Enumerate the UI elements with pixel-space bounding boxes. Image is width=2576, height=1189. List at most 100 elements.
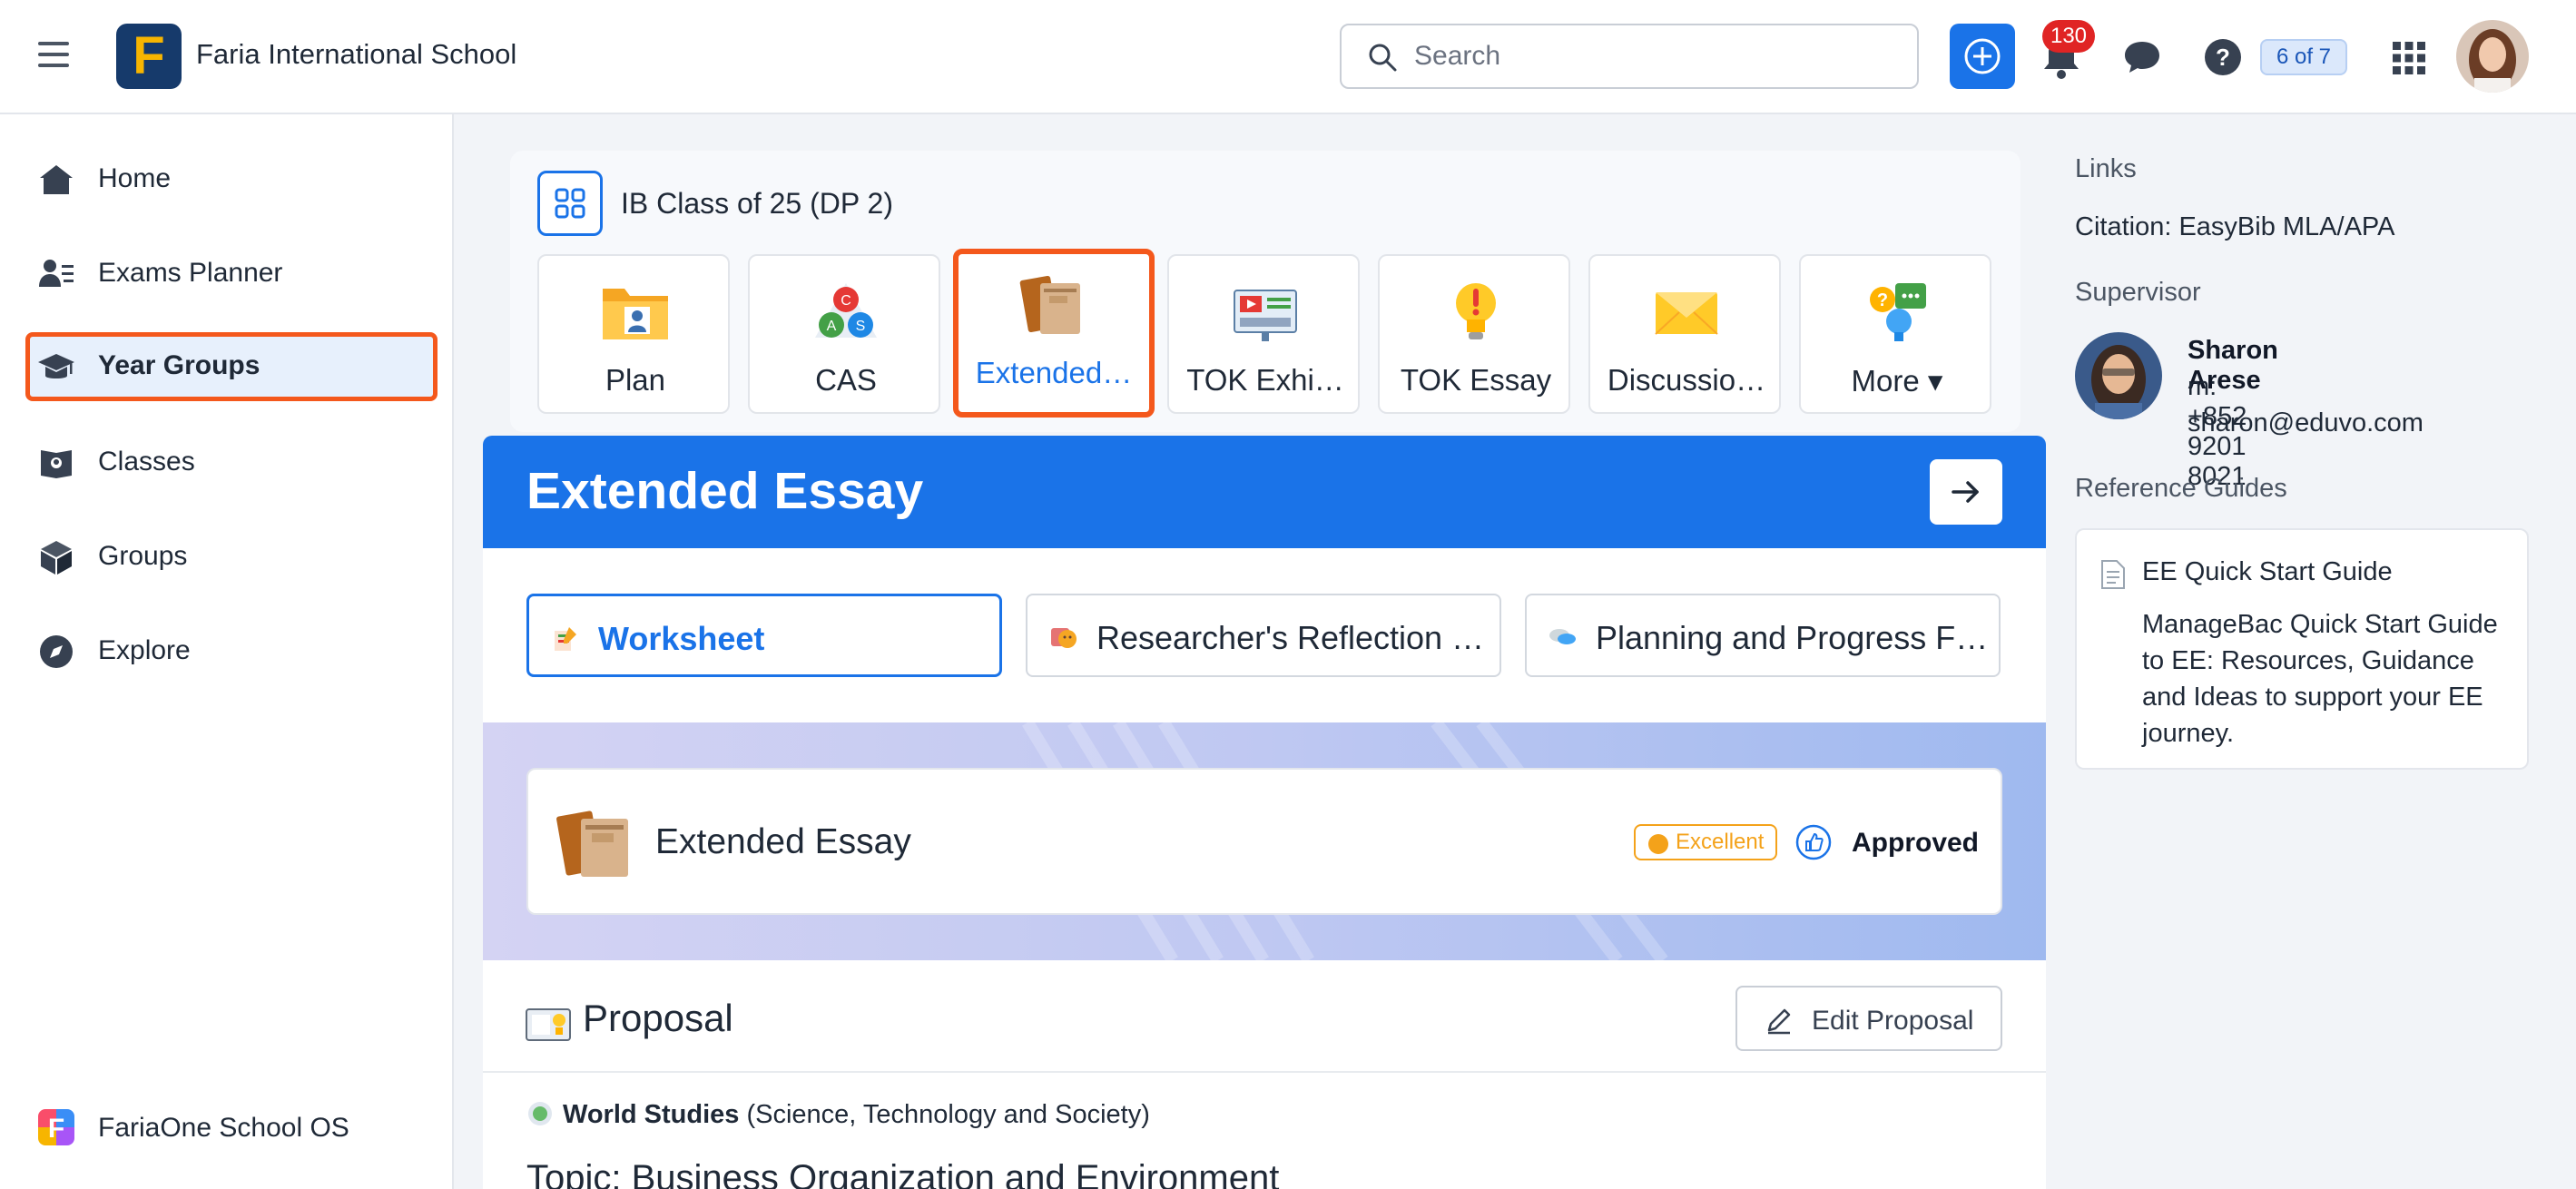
- tab-label: Researcher's Reflection …: [1096, 619, 1485, 656]
- search-icon: [1369, 44, 1397, 72]
- svg-text:F: F: [48, 1114, 64, 1144]
- plus-circle-icon: [1964, 38, 2001, 74]
- topic-text: Topic: Business Organization and Environ…: [526, 1158, 1280, 1189]
- tile-discussion[interactable]: Discussio…: [1588, 254, 1781, 414]
- main-content: Worksheet Researcher's Reflection … Plan…: [483, 548, 2046, 1189]
- tile-extended-essay[interactable]: Extended…: [953, 249, 1155, 418]
- sidebar-item-exams-planner[interactable]: Exams Planner: [27, 240, 439, 309]
- tile-label: CAS: [815, 363, 877, 397]
- arrow-right-icon: [1952, 481, 1979, 503]
- supervisor-heading: Supervisor: [2075, 278, 2201, 307]
- search-input[interactable]: [1414, 25, 1904, 87]
- svg-text:C: C: [841, 293, 851, 309]
- notification-count-badge: 130: [2042, 20, 2095, 53]
- search-box: [1340, 24, 1919, 89]
- logo-letter: F: [133, 26, 165, 85]
- banner: Extended Essay Excellent Approved: [483, 722, 2046, 960]
- edit-proposal-label: Edit Proposal: [1812, 1006, 1974, 1036]
- chat-bubble-icon[interactable]: [2122, 38, 2162, 76]
- fariaone-school-os-link[interactable]: F FariaOne School OS: [27, 1096, 439, 1160]
- tab-label: Planning and Progress F…: [1596, 619, 1986, 656]
- tile-more[interactable]: ? More ▾: [1799, 254, 1991, 414]
- document-icon: [2101, 560, 2125, 589]
- graduation-cap-icon: [38, 354, 74, 378]
- tab-worksheet[interactable]: Worksheet: [526, 594, 1002, 677]
- tile-label: TOK Essay: [1400, 363, 1552, 397]
- cube-icon: [41, 541, 72, 575]
- subject-name: World Studies: [563, 1100, 740, 1129]
- essay-name: Extended Essay: [655, 822, 911, 861]
- sidebar: Home Exams Planner Year Groups Classes G…: [0, 114, 454, 1189]
- hamburger-menu-icon[interactable]: [38, 42, 69, 67]
- extended-essay-books-icon: [1019, 275, 1080, 334]
- tab-planning-progress[interactable]: Planning and Progress F…: [1525, 594, 2001, 677]
- tile-label: More ▾: [1851, 364, 1943, 398]
- school-name[interactable]: Faria International School: [196, 38, 516, 71]
- exams-planner-icon: [39, 260, 74, 287]
- envelope-icon: [1655, 292, 1718, 335]
- open-arrow-button[interactable]: [1930, 459, 2002, 525]
- reference-guides-heading: Reference Guides: [2075, 474, 2287, 503]
- guide-title: EE Quick Start Guide: [2142, 557, 2393, 586]
- supervisor-email[interactable]: sharon@eduvo.com: [2188, 408, 2424, 438]
- year-group-title: IB Class of 25 (DP 2): [621, 187, 893, 220]
- add-button[interactable]: [1950, 24, 2015, 89]
- tile-plan[interactable]: Plan: [537, 254, 730, 414]
- subject-line: World Studies (Science, Technology and S…: [526, 1100, 1150, 1130]
- school-logo[interactable]: F: [116, 24, 182, 89]
- compass-icon: [40, 635, 73, 668]
- speech-bubbles-icon: [1549, 629, 1576, 644]
- medal-icon: [1648, 834, 1668, 854]
- progress-counter[interactable]: 6 of 7: [2260, 39, 2347, 75]
- more-apps-icon: ?: [1870, 283, 1926, 341]
- sidebar-item-label: Exams Planner: [98, 258, 283, 288]
- tile-label: Discussio…: [1607, 363, 1766, 397]
- user-avatar[interactable]: [2456, 20, 2529, 93]
- sidebar-item-label: Explore: [98, 635, 191, 665]
- thumbs-up-icon: [1795, 824, 1832, 860]
- svg-text:?: ?: [2216, 44, 2230, 71]
- proposal-section-header: Proposal Edit Proposal: [483, 960, 2046, 1073]
- proposal-icon: [526, 1008, 571, 1041]
- tile-cas[interactable]: C A S CAS: [748, 254, 940, 414]
- reference-guide-card[interactable]: EE Quick Start Guide ManageBac Quick Sta…: [2075, 528, 2529, 770]
- sidebar-item-label: Year Groups: [98, 350, 261, 380]
- year-group-card: IB Class of 25 (DP 2) Plan C A S CAS Ext…: [510, 151, 2020, 432]
- sidebar-item-classes[interactable]: Classes: [27, 428, 439, 497]
- sidebar-item-groups[interactable]: Groups: [27, 523, 439, 592]
- extended-essay-card[interactable]: Extended Essay Excellent Approved: [526, 768, 2002, 915]
- apps-grid-icon[interactable]: [2391, 40, 2427, 76]
- tile-tok-exhibition[interactable]: TOK Exhi…: [1167, 254, 1360, 414]
- tile-tok-essay[interactable]: TOK Essay: [1378, 254, 1570, 414]
- page-title: Extended Essay: [526, 462, 924, 520]
- help-circle-icon[interactable]: ?: [2204, 38, 2242, 76]
- grade-badge-label: Excellent: [1676, 830, 1765, 854]
- sidebar-item-explore[interactable]: Explore: [27, 617, 439, 686]
- subject-detail: (Science, Technology and Society): [739, 1100, 1150, 1129]
- pencil-icon: [1767, 1008, 1791, 1035]
- sidebar-item-home[interactable]: Home: [27, 145, 439, 214]
- sidebar-item-label: Home: [98, 163, 172, 193]
- supervisor-avatar[interactable]: [2075, 332, 2162, 419]
- fariaone-label: FariaOne School OS: [98, 1113, 349, 1143]
- lightbulb-icon: [1456, 283, 1496, 339]
- tile-label: Extended…: [975, 356, 1133, 389]
- fariaone-logo-icon: F: [38, 1109, 74, 1145]
- svg-text:S: S: [856, 319, 866, 334]
- sidebar-item-label: Groups: [98, 541, 188, 571]
- edit-proposal-button[interactable]: Edit Proposal: [1735, 986, 2002, 1051]
- tile-label: TOK Exhi…: [1186, 363, 1344, 397]
- tab-researchers-reflection[interactable]: Researcher's Reflection …: [1026, 594, 1501, 677]
- citation-link[interactable]: Citation: EasyBib MLA/APA: [2075, 212, 2394, 242]
- grade-badge: Excellent: [1634, 824, 1777, 860]
- guide-description: ManageBac Quick Start Guide to EE: Resou…: [2142, 610, 2498, 748]
- cas-triangle-icon: C A S: [815, 283, 877, 338]
- worksheet-icon: [555, 627, 576, 651]
- proposal-title: Proposal: [583, 997, 733, 1039]
- sidebar-item-year-groups[interactable]: Year Groups: [25, 332, 438, 401]
- tile-label: Plan: [605, 363, 666, 397]
- globe-icon: [528, 1102, 552, 1125]
- svg-text:?: ?: [1877, 290, 1888, 310]
- grid-view-icon[interactable]: [537, 171, 603, 236]
- classes-book-icon: [41, 450, 72, 478]
